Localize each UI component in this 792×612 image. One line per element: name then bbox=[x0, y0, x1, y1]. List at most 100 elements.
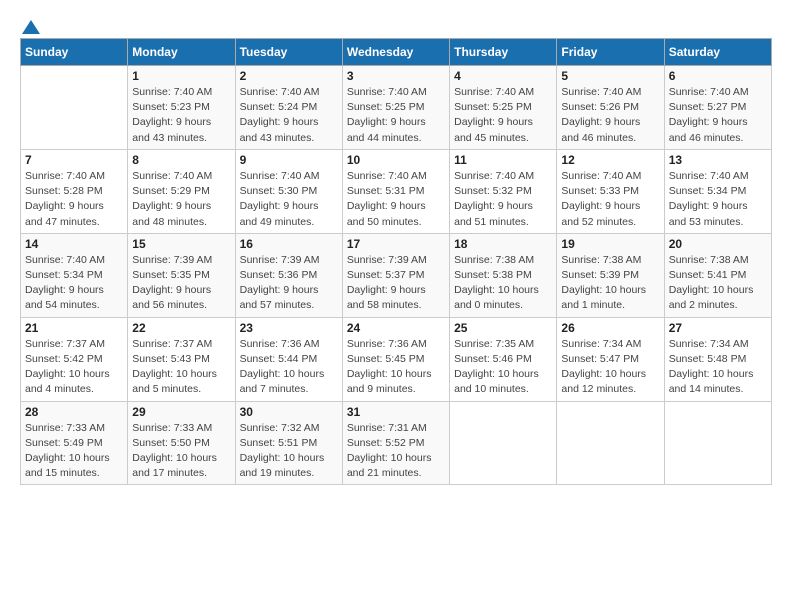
calendar-cell: 13 Sunrise: 7:40 AMSunset: 5:34 PMDayligh… bbox=[664, 149, 771, 233]
weekday-header-sunday: Sunday bbox=[21, 39, 128, 66]
calendar-cell: 19 Sunrise: 7:38 AMSunset: 5:39 PMDayligh… bbox=[557, 233, 664, 317]
calendar-cell bbox=[450, 401, 557, 485]
calendar-cell: 12 Sunrise: 7:40 AMSunset: 5:33 PMDayligh… bbox=[557, 149, 664, 233]
weekday-header-thursday: Thursday bbox=[450, 39, 557, 66]
calendar-cell: 21 Sunrise: 7:37 AMSunset: 5:42 PMDayligh… bbox=[21, 317, 128, 401]
day-info: Sunrise: 7:40 AMSunset: 5:32 PMDaylight:… bbox=[454, 169, 552, 230]
weekday-header-monday: Monday bbox=[128, 39, 235, 66]
day-number: 3 bbox=[347, 69, 445, 83]
day-info: Sunrise: 7:40 AMSunset: 5:30 PMDaylight:… bbox=[240, 169, 338, 230]
day-info: Sunrise: 7:38 AMSunset: 5:41 PMDaylight:… bbox=[669, 253, 767, 314]
day-number: 30 bbox=[240, 405, 338, 419]
day-number: 28 bbox=[25, 405, 123, 419]
calendar-week-3: 21 Sunrise: 7:37 AMSunset: 5:42 PMDayligh… bbox=[21, 317, 772, 401]
calendar-cell: 17Sunrise: 7:39 AMSunset: 5:37 PMDayligh… bbox=[342, 233, 449, 317]
calendar-cell: 7 Sunrise: 7:40 AMSunset: 5:28 PMDaylight… bbox=[21, 149, 128, 233]
calendar-cell bbox=[557, 401, 664, 485]
day-info: Sunrise: 7:40 AMSunset: 5:28 PMDaylight:… bbox=[25, 169, 123, 230]
day-info: Sunrise: 7:37 AMSunset: 5:43 PMDaylight:… bbox=[132, 337, 230, 398]
weekday-header-row: SundayMondayTuesdayWednesdayThursdayFrid… bbox=[21, 39, 772, 66]
day-number: 22 bbox=[132, 321, 230, 335]
day-number: 6 bbox=[669, 69, 767, 83]
calendar-cell: 1Sunrise: 7:40 AMSunset: 5:23 PMDaylight… bbox=[128, 66, 235, 150]
calendar-cell: 6 Sunrise: 7:40 AMSunset: 5:27 PMDaylight… bbox=[664, 66, 771, 150]
day-number: 1 bbox=[132, 69, 230, 83]
day-info: Sunrise: 7:40 AMSunset: 5:26 PMDaylight:… bbox=[561, 85, 659, 146]
day-number: 20 bbox=[669, 237, 767, 251]
day-number: 26 bbox=[561, 321, 659, 335]
calendar-week-0: 1Sunrise: 7:40 AMSunset: 5:23 PMDaylight… bbox=[21, 66, 772, 150]
day-info: Sunrise: 7:33 AMSunset: 5:50 PMDaylight:… bbox=[132, 421, 230, 482]
calendar-cell: 5 Sunrise: 7:40 AMSunset: 5:26 PMDaylight… bbox=[557, 66, 664, 150]
calendar-cell bbox=[21, 66, 128, 150]
day-number: 19 bbox=[561, 237, 659, 251]
day-info: Sunrise: 7:32 AMSunset: 5:51 PMDaylight:… bbox=[240, 421, 338, 482]
day-number: 10 bbox=[347, 153, 445, 167]
calendar-cell: 26Sunrise: 7:34 AMSunset: 5:47 PMDayligh… bbox=[557, 317, 664, 401]
day-info: Sunrise: 7:37 AMSunset: 5:42 PMDaylight:… bbox=[25, 337, 123, 398]
calendar-cell: 27 Sunrise: 7:34 AMSunset: 5:48 PMDayligh… bbox=[664, 317, 771, 401]
day-number: 15 bbox=[132, 237, 230, 251]
day-number: 4 bbox=[454, 69, 552, 83]
day-info: Sunrise: 7:39 AMSunset: 5:35 PMDaylight:… bbox=[132, 253, 230, 314]
calendar-cell: 18 Sunrise: 7:38 AMSunset: 5:38 PMDayligh… bbox=[450, 233, 557, 317]
header-area bbox=[20, 20, 772, 32]
day-number: 8 bbox=[132, 153, 230, 167]
logo-triangle-icon bbox=[22, 20, 40, 34]
weekday-header-friday: Friday bbox=[557, 39, 664, 66]
calendar-cell: 25 Sunrise: 7:35 AMSunset: 5:46 PMDayligh… bbox=[450, 317, 557, 401]
day-info: Sunrise: 7:40 AMSunset: 5:27 PMDaylight:… bbox=[669, 85, 767, 146]
day-info: Sunrise: 7:36 AMSunset: 5:45 PMDaylight:… bbox=[347, 337, 445, 398]
calendar-cell: 14 Sunrise: 7:40 AMSunset: 5:34 PMDayligh… bbox=[21, 233, 128, 317]
calendar-cell: 29 Sunrise: 7:33 AMSunset: 5:50 PMDayligh… bbox=[128, 401, 235, 485]
calendar-cell: 2Sunrise: 7:40 AMSunset: 5:24 PMDaylight… bbox=[235, 66, 342, 150]
calendar-cell bbox=[664, 401, 771, 485]
day-info: Sunrise: 7:31 AMSunset: 5:52 PMDaylight:… bbox=[347, 421, 445, 482]
day-info: Sunrise: 7:38 AMSunset: 5:38 PMDaylight:… bbox=[454, 253, 552, 314]
calendar-week-1: 7 Sunrise: 7:40 AMSunset: 5:28 PMDaylight… bbox=[21, 149, 772, 233]
day-info: Sunrise: 7:39 AMSunset: 5:37 PMDaylight:… bbox=[347, 253, 445, 314]
calendar-week-2: 14 Sunrise: 7:40 AMSunset: 5:34 PMDayligh… bbox=[21, 233, 772, 317]
day-info: Sunrise: 7:40 AMSunset: 5:34 PMDaylight:… bbox=[669, 169, 767, 230]
day-number: 13 bbox=[669, 153, 767, 167]
day-info: Sunrise: 7:35 AMSunset: 5:46 PMDaylight:… bbox=[454, 337, 552, 398]
calendar-cell: 24 Sunrise: 7:36 AMSunset: 5:45 PMDayligh… bbox=[342, 317, 449, 401]
calendar-week-4: 28 Sunrise: 7:33 AMSunset: 5:49 PMDayligh… bbox=[21, 401, 772, 485]
weekday-header-wednesday: Wednesday bbox=[342, 39, 449, 66]
day-number: 27 bbox=[669, 321, 767, 335]
calendar-cell: 8 Sunrise: 7:40 AMSunset: 5:29 PMDaylight… bbox=[128, 149, 235, 233]
calendar-cell: 11 Sunrise: 7:40 AMSunset: 5:32 PMDayligh… bbox=[450, 149, 557, 233]
calendar-cell: 23Sunrise: 7:36 AMSunset: 5:44 PMDayligh… bbox=[235, 317, 342, 401]
day-number: 25 bbox=[454, 321, 552, 335]
day-number: 18 bbox=[454, 237, 552, 251]
day-info: Sunrise: 7:40 AMSunset: 5:29 PMDaylight:… bbox=[132, 169, 230, 230]
day-number: 7 bbox=[25, 153, 123, 167]
day-info: Sunrise: 7:40 AMSunset: 5:33 PMDaylight:… bbox=[561, 169, 659, 230]
day-number: 16 bbox=[240, 237, 338, 251]
calendar-cell: 15 Sunrise: 7:39 AMSunset: 5:35 PMDayligh… bbox=[128, 233, 235, 317]
day-number: 24 bbox=[347, 321, 445, 335]
day-number: 9 bbox=[240, 153, 338, 167]
calendar-cell: 22 Sunrise: 7:37 AMSunset: 5:43 PMDayligh… bbox=[128, 317, 235, 401]
day-info: Sunrise: 7:40 AMSunset: 5:34 PMDaylight:… bbox=[25, 253, 123, 314]
day-info: Sunrise: 7:40 AMSunset: 5:24 PMDaylight:… bbox=[240, 85, 338, 146]
logo bbox=[20, 20, 40, 32]
calendar-cell: 16Sunrise: 7:39 AMSunset: 5:36 PMDayligh… bbox=[235, 233, 342, 317]
day-number: 5 bbox=[561, 69, 659, 83]
calendar-cell: 28 Sunrise: 7:33 AMSunset: 5:49 PMDayligh… bbox=[21, 401, 128, 485]
day-info: Sunrise: 7:34 AMSunset: 5:48 PMDaylight:… bbox=[669, 337, 767, 398]
day-number: 14 bbox=[25, 237, 123, 251]
day-number: 12 bbox=[561, 153, 659, 167]
day-number: 29 bbox=[132, 405, 230, 419]
day-info: Sunrise: 7:33 AMSunset: 5:49 PMDaylight:… bbox=[25, 421, 123, 482]
day-number: 11 bbox=[454, 153, 552, 167]
weekday-header-tuesday: Tuesday bbox=[235, 39, 342, 66]
day-number: 21 bbox=[25, 321, 123, 335]
day-info: Sunrise: 7:36 AMSunset: 5:44 PMDaylight:… bbox=[240, 337, 338, 398]
day-number: 31 bbox=[347, 405, 445, 419]
day-info: Sunrise: 7:40 AMSunset: 5:31 PMDaylight:… bbox=[347, 169, 445, 230]
weekday-header-saturday: Saturday bbox=[664, 39, 771, 66]
calendar-cell: 3Sunrise: 7:40 AMSunset: 5:25 PMDaylight… bbox=[342, 66, 449, 150]
day-info: Sunrise: 7:38 AMSunset: 5:39 PMDaylight:… bbox=[561, 253, 659, 314]
calendar-cell: 31 Sunrise: 7:31 AMSunset: 5:52 PMDayligh… bbox=[342, 401, 449, 485]
